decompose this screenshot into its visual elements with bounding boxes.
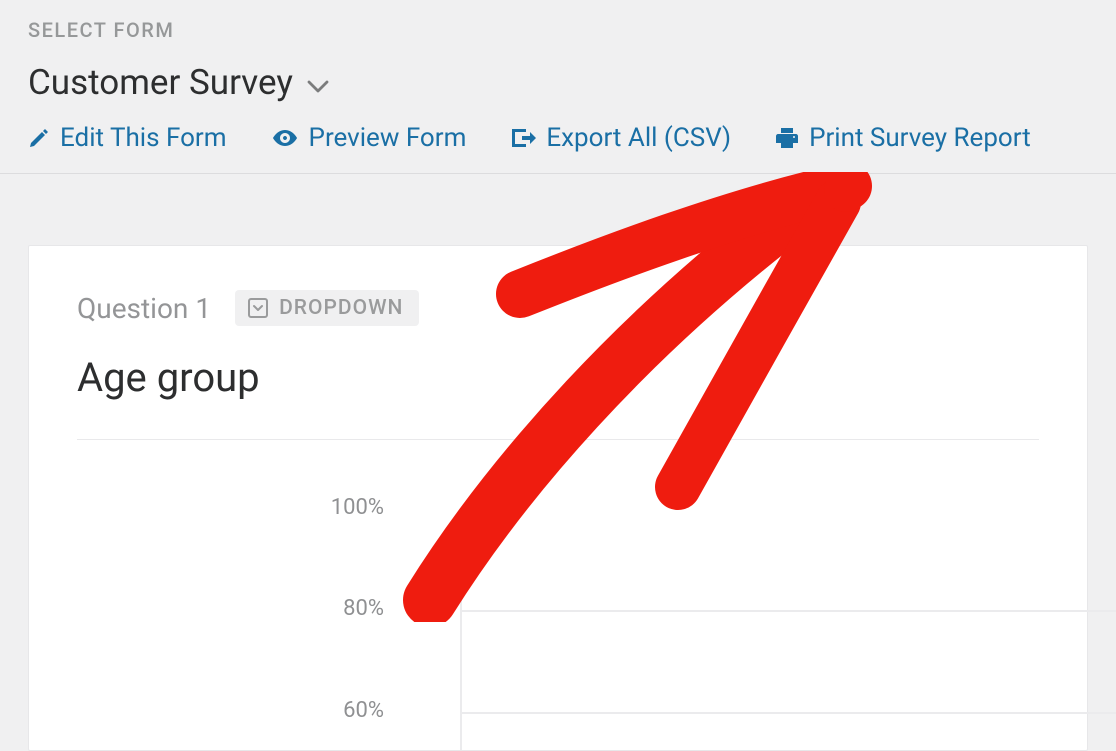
print-report-link[interactable]: Print Survey Report	[775, 123, 1031, 153]
pencil-icon	[28, 127, 50, 149]
export-all-link[interactable]: Export All (CSV)	[510, 123, 731, 153]
question-type-text: DROPDOWN	[279, 296, 403, 320]
y-tick-80: 80%	[343, 596, 384, 621]
edit-form-link[interactable]: Edit This Form	[28, 123, 227, 153]
print-icon	[775, 126, 799, 150]
export-all-label: Export All (CSV)	[546, 123, 731, 153]
question-card: Question 1 DROPDOWN Age group 100% 80% 6…	[28, 245, 1088, 751]
select-form-label: SELECT FORM	[28, 0, 1088, 50]
form-name: Customer Survey	[28, 62, 293, 103]
chevron-down-icon	[307, 72, 329, 93]
chart-area: 100% 80% 60%	[77, 440, 1039, 750]
edit-form-label: Edit This Form	[60, 123, 227, 153]
export-icon	[510, 127, 536, 149]
question-number: Question 1	[77, 292, 211, 325]
preview-form-label: Preview Form	[309, 123, 467, 153]
chart-gridline-80	[460, 610, 1116, 612]
chart-gridline-60	[460, 712, 1116, 714]
action-bar: Edit This Form Preview Form Export All (…	[28, 123, 1088, 173]
y-tick-60: 60%	[343, 698, 384, 723]
form-selector[interactable]: Customer Survey	[28, 50, 329, 123]
y-tick-100: 100%	[331, 495, 384, 520]
header-divider	[0, 173, 1116, 174]
question-type-badge: DROPDOWN	[235, 290, 419, 326]
dropdown-icon	[247, 297, 269, 319]
print-report-label: Print Survey Report	[809, 123, 1031, 153]
preview-form-link[interactable]: Preview Form	[271, 123, 467, 153]
eye-icon	[271, 128, 299, 148]
chart-y-axis	[460, 510, 462, 750]
question-title: Age group	[77, 326, 1039, 439]
